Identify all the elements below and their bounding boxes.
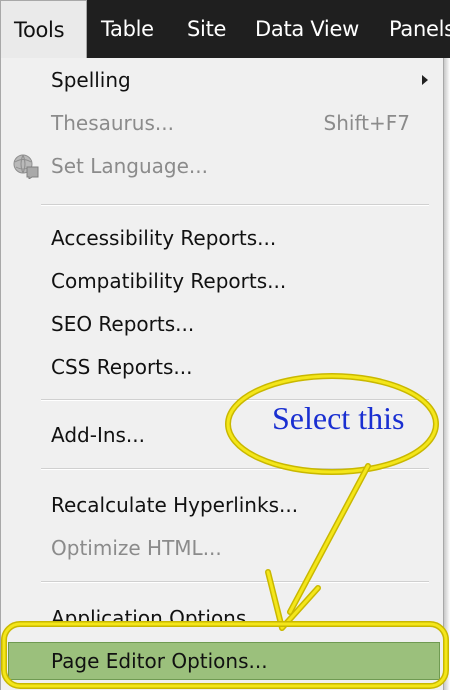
- menu-item-label: Compatibility Reports...: [51, 269, 287, 293]
- menu-item-optimize-html[interactable]: Optimize HTML...: [0, 528, 444, 568]
- set-language-icon: [13, 154, 39, 179]
- menu-item-label: Spelling: [51, 68, 131, 92]
- menu-item-label: Set Language...: [51, 154, 208, 178]
- menu-item-spelling[interactable]: Spelling: [0, 60, 444, 100]
- menu-separator: [41, 468, 429, 470]
- menu-separator: [41, 204, 429, 206]
- menu-item-accessibility-reports[interactable]: Accessibility Reports...: [0, 218, 444, 258]
- menu-item-label: Add-Ins...: [51, 423, 146, 447]
- menu-tools[interactable]: Tools: [0, 0, 87, 58]
- menu-item-label: Application Options...: [51, 606, 266, 624]
- menu-item-label: SEO Reports...: [51, 312, 195, 336]
- menu-item-thesaurus[interactable]: Thesaurus... Shift+F7: [0, 103, 444, 143]
- menu-item-application-options[interactable]: Application Options...: [0, 598, 444, 624]
- menu-shadow: [444, 58, 450, 690]
- menu-item-recalculate-hyperlinks[interactable]: Recalculate Hyperlinks...: [0, 485, 444, 525]
- menu-item-compatibility-reports[interactable]: Compatibility Reports...: [0, 261, 444, 301]
- menu-item-set-language[interactable]: Set Language...: [0, 146, 444, 186]
- menu-item-label: Optimize HTML...: [51, 536, 222, 560]
- menu-item-label: Thesaurus...: [51, 111, 174, 135]
- menu-item-css-reports[interactable]: CSS Reports...: [0, 347, 444, 387]
- menu-bar: Tools Table Site Data View Panels: [0, 0, 450, 58]
- annotation-text: Select this: [272, 400, 405, 436]
- menu-item-label: CSS Reports...: [51, 355, 193, 379]
- menu-table[interactable]: Table: [101, 0, 154, 58]
- menu-item-label: Recalculate Hyperlinks...: [51, 493, 299, 517]
- menu-item-page-editor-options[interactable]: Page Editor Options...: [8, 642, 440, 680]
- menu-item-label: Page Editor Options...: [51, 649, 268, 673]
- menu-item-label: Accessibility Reports...: [51, 226, 277, 250]
- menu-item-seo-reports[interactable]: SEO Reports...: [0, 304, 444, 344]
- submenu-arrow-icon: [422, 75, 428, 85]
- menu-data-view[interactable]: Data View: [255, 0, 359, 58]
- menu-site[interactable]: Site: [187, 0, 226, 58]
- menu-separator: [41, 581, 429, 583]
- menu-item-shortcut: Shift+F7: [323, 111, 410, 135]
- menu-panels[interactable]: Panels: [389, 0, 450, 58]
